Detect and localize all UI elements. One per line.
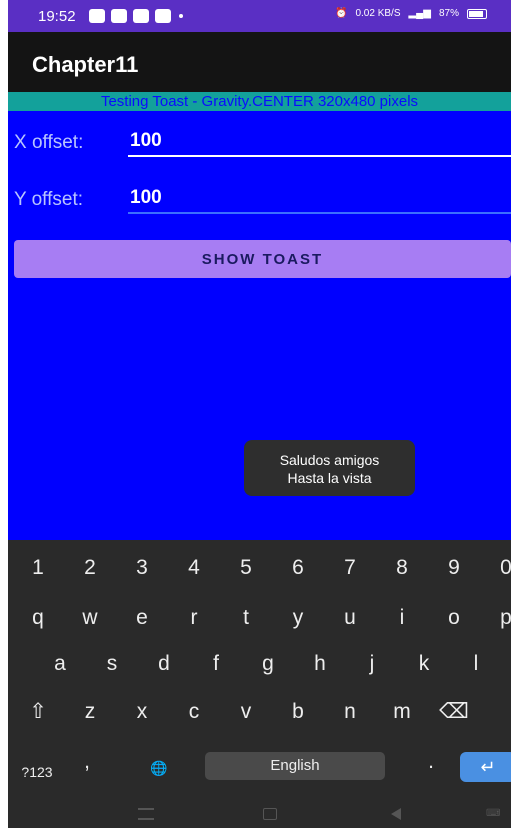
key-5[interactable]: 5 xyxy=(224,556,268,580)
key-g[interactable]: g xyxy=(246,652,290,676)
enter-key[interactable]: ↵ xyxy=(460,752,511,782)
key-h[interactable]: h xyxy=(298,652,342,676)
key-y[interactable]: y xyxy=(276,606,320,630)
notification-icon xyxy=(89,9,105,23)
x-offset-input[interactable] xyxy=(128,127,511,157)
notification-icon xyxy=(155,9,171,23)
globe-icon[interactable]: 🌐 xyxy=(142,756,176,780)
app-bar: Chapter11 xyxy=(8,32,511,92)
key-v[interactable]: v xyxy=(224,700,268,724)
facebook-icon xyxy=(133,9,149,23)
key-m[interactable]: m xyxy=(380,700,424,724)
phone-screen: 19:52 ⏰ 0.02 KB/S ▂▄▆ 87% Chapter11 Test… xyxy=(8,0,511,828)
symbols-key[interactable]: ?123 xyxy=(12,760,62,784)
status-indicators: ⏰ 0.02 KB/S ▂▄▆ 87% xyxy=(335,8,487,19)
key-1[interactable]: 1 xyxy=(16,556,60,580)
status-time: 19:52 xyxy=(38,8,76,25)
key-9[interactable]: 9 xyxy=(432,556,476,580)
key-0[interactable]: 0 xyxy=(484,556,511,580)
key-u[interactable]: u xyxy=(328,606,372,630)
key-j[interactable]: j xyxy=(350,652,394,676)
space-key[interactable]: English xyxy=(205,752,385,780)
key-2[interactable]: 2 xyxy=(68,556,112,580)
key-o[interactable]: o xyxy=(432,606,476,630)
notification-icon xyxy=(111,9,127,23)
soft-keyboard: 1234567890 qwertyuiop asdfghjkl ⇧ z x c v b n m… xyxy=(8,540,511,828)
key-s[interactable]: s xyxy=(90,652,134,676)
key-4[interactable]: 4 xyxy=(172,556,216,580)
key-t[interactable]: t xyxy=(224,606,268,630)
toast-message: Saludos amigos Hasta la vista xyxy=(244,440,415,496)
keyboard-hide-icon[interactable]: ⌨ xyxy=(486,808,502,820)
key-i[interactable]: i xyxy=(380,606,424,630)
key-n[interactable]: n xyxy=(328,700,372,724)
signal-icon: ▂▄▆ xyxy=(408,8,431,19)
toast-line-2: Hasta la vista xyxy=(287,470,372,486)
home-icon[interactable] xyxy=(263,808,277,820)
key-3[interactable]: 3 xyxy=(120,556,164,580)
key-e[interactable]: e xyxy=(120,606,164,630)
key-6[interactable]: 6 xyxy=(276,556,320,580)
key-f[interactable]: f xyxy=(194,652,238,676)
key-8[interactable]: 8 xyxy=(380,556,424,580)
status-bar: 19:52 ⏰ 0.02 KB/S ▂▄▆ 87% xyxy=(8,0,511,32)
key-b[interactable]: b xyxy=(276,700,320,724)
subtitle-banner: Testing Toast - Gravity.CENTER 320x480 p… xyxy=(8,92,511,111)
battery-level: 87% xyxy=(438,8,459,19)
key-l[interactable]: l xyxy=(454,652,498,676)
key-delete[interactable]: ⌫ xyxy=(432,700,476,724)
key-k[interactable]: k xyxy=(402,652,446,676)
y-offset-input[interactable] xyxy=(128,184,511,214)
key-d[interactable]: d xyxy=(142,652,186,676)
key-x[interactable]: x xyxy=(120,700,164,724)
alarm-icon: ⏰ xyxy=(335,8,348,19)
key-p[interactable]: p xyxy=(484,606,511,630)
battery-icon xyxy=(466,8,487,19)
network-speed: 0.02 KB/S xyxy=(355,8,401,19)
y-offset-label: Y offset: xyxy=(14,189,84,210)
more-notifications-dot xyxy=(179,14,183,18)
back-icon[interactable] xyxy=(391,808,401,820)
key-z[interactable]: z xyxy=(68,700,112,724)
navigation-bar: ⌨ xyxy=(8,802,511,828)
key-shift[interactable]: ⇧ xyxy=(16,700,60,724)
key-r[interactable]: r xyxy=(172,606,216,630)
comma-key[interactable]: , xyxy=(72,750,102,774)
app-title: Chapter11 xyxy=(32,52,139,77)
key-q[interactable]: q xyxy=(16,606,60,630)
key-7[interactable]: 7 xyxy=(328,556,372,580)
period-key[interactable]: . xyxy=(416,750,446,774)
recent-apps-icon[interactable] xyxy=(138,808,154,820)
notification-icons xyxy=(89,9,183,23)
key-c[interactable]: c xyxy=(172,700,216,724)
key-w[interactable]: w xyxy=(68,606,112,630)
x-offset-label: X offset: xyxy=(14,132,84,153)
show-toast-button[interactable]: SHOW TOAST xyxy=(14,240,511,278)
key-a[interactable]: a xyxy=(38,652,82,676)
toast-line-1: Saludos amigos xyxy=(279,452,380,468)
